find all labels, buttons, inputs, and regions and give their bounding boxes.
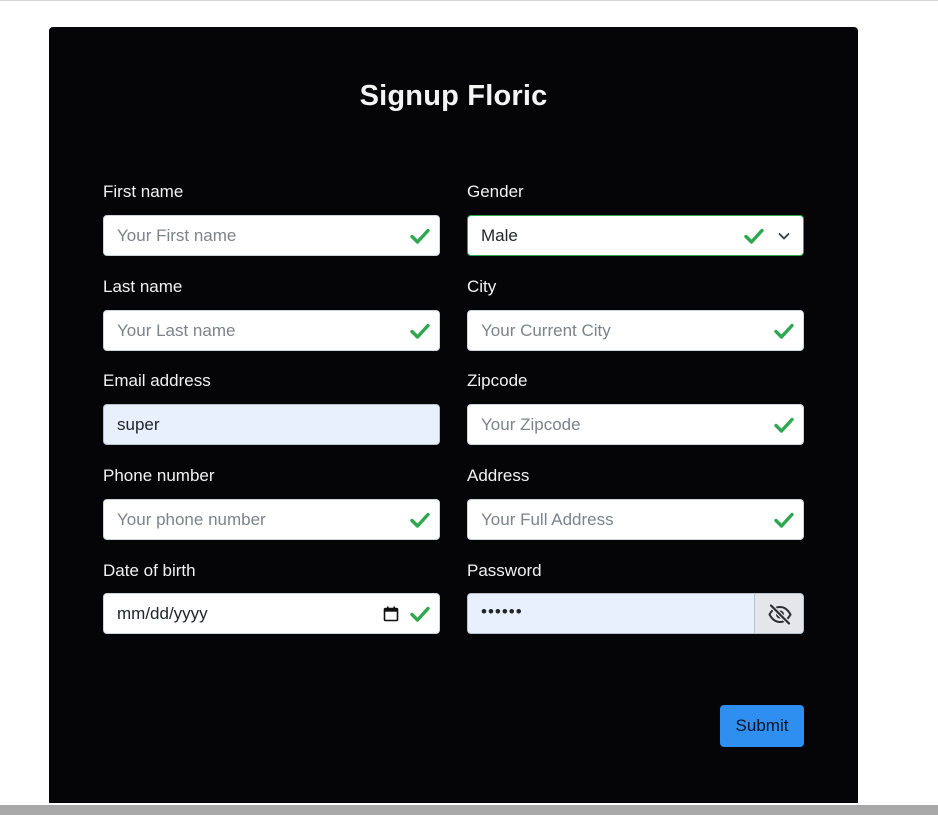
gender-label: Gender	[467, 182, 524, 201]
password-group: ••••••	[467, 593, 804, 634]
email-label: Email address	[103, 371, 211, 390]
zipcode-label: Zipcode	[467, 371, 528, 390]
email-input[interactable]: super	[103, 404, 440, 445]
first-name-placeholder: Your First name	[117, 226, 237, 245]
address-label: Address	[467, 466, 530, 485]
zipcode-input[interactable]: Your Zipcode	[467, 404, 804, 445]
check-icon	[410, 606, 430, 622]
phone-label: Phone number	[103, 466, 215, 485]
check-icon	[774, 417, 794, 433]
first-name-input[interactable]: Your First name	[103, 215, 440, 256]
address-placeholder: Your Full Address	[481, 510, 614, 529]
password-value: ••••••	[481, 602, 523, 621]
chevron-down-icon	[778, 233, 790, 240]
phone-placeholder: Your phone number	[117, 510, 266, 529]
city-input[interactable]: Your Current City	[467, 310, 804, 351]
phone-input[interactable]: Your phone number	[103, 499, 440, 540]
dob-input[interactable]: mm/dd/yyyy	[103, 593, 440, 634]
city-placeholder: Your Current City	[481, 321, 611, 340]
password-visibility-toggle[interactable]	[754, 593, 804, 634]
last-name-input[interactable]: Your Last name	[103, 310, 440, 351]
first-name-label: First name	[103, 182, 184, 201]
dob-placeholder: mm/dd/yyyy	[117, 604, 208, 623]
gender-select[interactable]: Male	[467, 215, 804, 256]
last-name-label: Last name	[103, 277, 183, 296]
email-value: super	[117, 415, 160, 434]
address-input[interactable]: Your Full Address	[467, 499, 804, 540]
submit-button[interactable]: Submit	[720, 705, 804, 747]
password-label: Password	[467, 561, 542, 580]
check-icon	[744, 228, 764, 244]
last-name-placeholder: Your Last name	[117, 321, 236, 340]
zipcode-placeholder: Your Zipcode	[481, 415, 581, 434]
gender-value: Male	[481, 226, 518, 245]
calendar-icon[interactable]	[383, 606, 399, 622]
top-divider	[0, 0, 938, 1]
dob-label: Date of birth	[103, 561, 196, 580]
form-title: Signup Floric	[359, 80, 548, 112]
signup-card: Signup Floric First name Your First name…	[49, 27, 858, 803]
check-icon	[410, 228, 430, 244]
city-label: City	[467, 277, 497, 296]
eye-slash-icon	[768, 604, 792, 625]
check-icon	[774, 512, 794, 528]
horizontal-scrollbar[interactable]	[0, 805, 938, 815]
check-icon	[410, 512, 430, 528]
check-icon	[774, 323, 794, 339]
password-input[interactable]: ••••••	[467, 593, 755, 634]
check-icon	[410, 323, 430, 339]
